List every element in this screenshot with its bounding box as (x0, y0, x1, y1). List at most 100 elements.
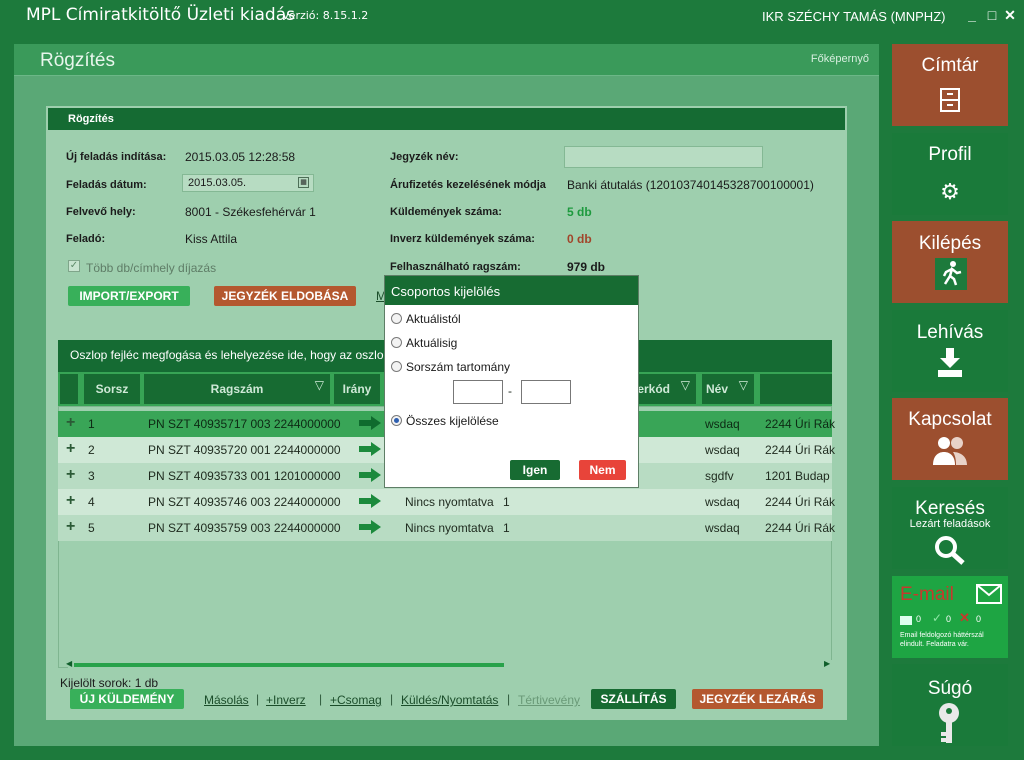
items-label: Küldemények száma: (390, 206, 502, 218)
profile-tile[interactable]: Profil ⚙ (892, 133, 1008, 215)
list-name-label: Jegyzék név: (390, 151, 459, 163)
expand-icon[interactable]: + (66, 466, 75, 484)
current-user: IKR SZÉCHY TAMÁS (MNPHZ) (762, 9, 946, 24)
address-book-label: Címtár (921, 55, 979, 76)
post-date-field[interactable]: 2015.03.05. ▦ (182, 174, 314, 192)
option-from-current: Aktuálistól (406, 312, 461, 326)
filter-icon[interactable]: ▽ (681, 378, 690, 392)
radio-select-all[interactable] (391, 415, 402, 426)
range-from-input[interactable] (453, 380, 503, 404)
col-name[interactable]: Név ▽ (702, 374, 754, 404)
minimize-button[interactable]: _ (965, 7, 979, 23)
col-direction[interactable]: Irány (334, 374, 380, 404)
table-row[interactable]: + 5 PN SZT 40935759 003 2244000000 Nincs… (58, 515, 835, 541)
row-name: wsdaq (705, 417, 740, 431)
row-count: 1 (503, 521, 510, 535)
page-title: Rögzítés (40, 50, 115, 71)
home-link[interactable]: Főképernyő (811, 53, 869, 65)
help-tile[interactable]: Súgó (892, 664, 1008, 746)
office-value: 8001 - Székesfehérvár 1 (185, 205, 316, 219)
usable-numbers-label: Felhasználható ragszám: (390, 261, 521, 273)
radio-serial-range[interactable] (391, 361, 402, 372)
ship-button[interactable]: SZÁLLÍTÁS (591, 689, 676, 709)
yes-button[interactable]: Igen (510, 460, 560, 480)
radio-from-current[interactable] (391, 313, 402, 324)
separator: | (507, 692, 511, 706)
scroll-right-icon[interactable]: ▶ (824, 659, 830, 668)
direction-arrow-icon (359, 416, 381, 430)
col-serial[interactable]: Sorsz (84, 374, 140, 404)
help-label: Súgó (927, 678, 973, 699)
download-tile[interactable]: Lehívás (892, 310, 1008, 392)
row-count: 1 (503, 495, 510, 509)
import-export-button[interactable]: IMPORT/EXPORT (68, 286, 190, 306)
inbox-icon (900, 616, 912, 625)
separator: | (390, 692, 394, 706)
inverse-link[interactable]: +Inverz (266, 693, 306, 707)
address-book-tile[interactable]: Címtár (892, 44, 1008, 126)
discard-list-button[interactable]: JEGYZÉK ELDOBÁSA (214, 286, 356, 306)
row-print-status: Nincs nyomtatva (405, 495, 494, 509)
radio-until-current[interactable] (391, 337, 402, 348)
post-date-label: Feladás dátum: (66, 179, 147, 191)
contact-tile[interactable]: Kapcsolat (892, 398, 1008, 480)
payment-label: Árufizetés kezelésének módja (390, 179, 546, 191)
row-serial: 3 (88, 469, 95, 483)
row-serial: 1 (88, 417, 95, 431)
no-button[interactable]: Nem (579, 460, 626, 480)
col-address[interactable] (760, 374, 832, 404)
email-tile[interactable]: E-mail 0 ✓ 0 ✕ 0 Email feldolgozó háttér… (892, 576, 1008, 658)
logout-tile[interactable]: Kilépés (892, 221, 1008, 303)
maximize-button[interactable]: □ (985, 7, 999, 23)
scrollbar-thumb[interactable] (74, 663, 504, 667)
expand-icon[interactable]: + (66, 492, 75, 510)
multi-fee-label: Több db/címhely díjazás (86, 261, 217, 275)
scroll-left-icon[interactable]: ◀ (66, 659, 72, 668)
close-list-button[interactable]: JEGYZÉK LEZÁRÁS (692, 689, 823, 709)
expand-icon[interactable]: + (66, 414, 75, 432)
page-header: Rögzítés Főképernyő (14, 44, 879, 76)
sender-value: Kiss Attila (185, 232, 238, 246)
logout-label: Kilépés (918, 233, 982, 254)
envelope-icon (976, 584, 1002, 604)
row-tracking: PN SZT 40935759 003 2244000000 (148, 521, 341, 535)
row-tracking: PN SZT 40935717 003 2244000000 (148, 417, 341, 431)
row-name: sgdfv (705, 469, 734, 483)
multi-fee-checkbox[interactable]: ✓ (68, 260, 80, 272)
option-serial-range: Sorszám tartomány (406, 360, 511, 374)
items-value: 5 db (567, 205, 592, 219)
expand-icon[interactable]: + (66, 518, 75, 536)
calendar-icon[interactable]: ▦ (298, 177, 309, 188)
row-name: wsdaq (705, 495, 740, 509)
row-serial: 5 (88, 521, 95, 535)
direction-arrow-icon (359, 520, 381, 534)
expand-icon[interactable]: + (66, 440, 75, 458)
list-name-input[interactable] (564, 146, 763, 168)
col-code-label: erkód (637, 382, 670, 396)
col-tracking[interactable]: Ragszám ▽ (144, 374, 330, 404)
search-tile[interactable]: Keresés Lezárt feladások (892, 487, 1008, 569)
close-button[interactable]: ✕ (1003, 7, 1017, 23)
selected-rows-count: Kijelölt sorok: 1 db (60, 676, 159, 690)
option-until-current: Aktuálisig (406, 336, 458, 350)
separator: | (319, 692, 323, 706)
filter-icon[interactable]: ▽ (739, 378, 748, 392)
title-bar: MPL Címiratkitöltő Üzleti kiadás Verzió:… (0, 0, 1024, 34)
contact-label: Kapcsolat (908, 409, 992, 430)
row-name: wsdaq (705, 521, 740, 535)
send-print-link[interactable]: Küldés/Nyomtatás (401, 693, 498, 707)
panel-title: Rögzítés (48, 108, 845, 130)
receipt-link[interactable]: Tértivevény (518, 693, 580, 707)
package-link[interactable]: +Csomag (330, 693, 382, 707)
filter-icon[interactable]: ▽ (315, 378, 324, 392)
row-tracking: PN SZT 40935720 001 2244000000 (148, 443, 341, 457)
col-expand[interactable] (60, 374, 78, 404)
usable-numbers-value: 979 db (567, 260, 606, 274)
inverse-items-label: Inverz küldemények száma: (390, 233, 535, 245)
error-icon: ✕ (959, 610, 970, 625)
table-row[interactable]: + 4 PN SZT 40935746 003 2244000000 Nincs… (58, 489, 835, 515)
direction-arrow-icon (359, 468, 381, 482)
new-shipment-button[interactable]: ÚJ KÜLDEMÉNY (70, 689, 184, 709)
range-to-input[interactable] (521, 380, 571, 404)
copy-link[interactable]: Másolás (204, 693, 249, 707)
